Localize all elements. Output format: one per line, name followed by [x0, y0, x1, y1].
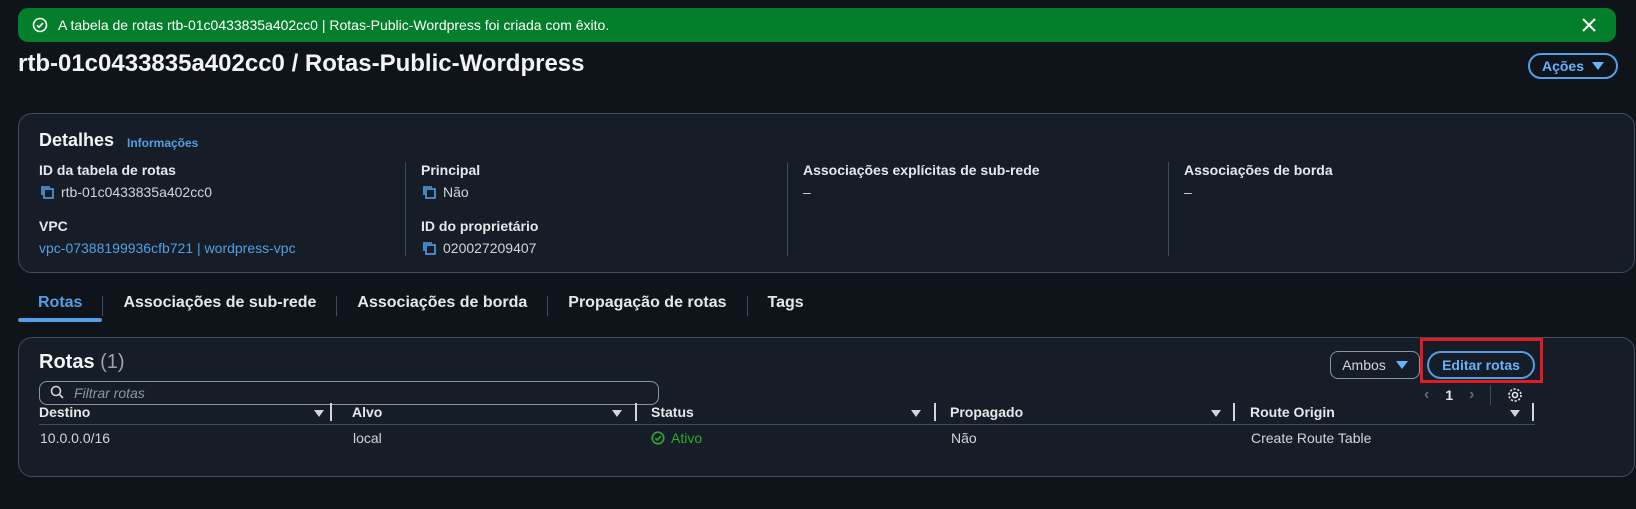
column-divider [1168, 162, 1169, 256]
status-ok-icon [651, 431, 665, 445]
column-divider [405, 162, 406, 256]
caret-down-icon [1592, 62, 1605, 70]
explicit-subnet-value: – [803, 184, 811, 200]
routes-panel: Rotas (1) Ambos Editar rotas ‹ 1 › Desti… [18, 337, 1635, 477]
column-resizer[interactable] [635, 403, 637, 421]
copy-icon[interactable] [421, 240, 437, 256]
route-table-id-value-row: rtb-01c0433835a402cc0 [39, 183, 296, 201]
sort-icon[interactable] [612, 410, 622, 417]
sort-icon[interactable] [911, 410, 921, 417]
actions-button[interactable]: Ações [1528, 53, 1618, 79]
edit-routes-button[interactable]: Editar rotas [1427, 351, 1535, 379]
edge-assoc-field: Associações de borda – [1184, 162, 1333, 201]
route-table-id-field: ID da tabela de rotas rtb-01c0433835a402… [39, 162, 296, 257]
owner-id-label: ID do proprietário [421, 218, 539, 234]
cell-alvo: local [353, 430, 382, 446]
copy-icon[interactable] [39, 184, 55, 200]
explicit-subnet-label: Associações explícitas de sub-rede [803, 162, 1040, 178]
actions-label: Ações [1541, 58, 1585, 74]
flash-message: A tabela de rotas rtb-01c0433835a402cc0 … [58, 17, 610, 33]
check-circle-icon [32, 17, 48, 33]
table-header: Destino Alvo Status Propagado Route Orig… [39, 400, 1535, 425]
tab-routes[interactable]: Rotas [18, 288, 103, 322]
column-header-route-origin[interactable]: Route Origin [1250, 404, 1335, 420]
page-title: rtb-01c0433835a402cc0 / Rotas-Public-Wor… [18, 50, 585, 77]
explicit-subnet-field: Associações explícitas de sub-rede – [803, 162, 1040, 201]
dropdown-value: Ambos [1342, 357, 1386, 373]
success-flash-banner: A tabela de rotas rtb-01c0433835a402cc0 … [18, 8, 1616, 42]
tab-tags[interactable]: Tags [748, 288, 824, 322]
edge-assoc-label: Associações de borda [1184, 162, 1333, 178]
status-text: Ativo [671, 430, 703, 446]
tab-bar: Rotas Associações de sub-rede Associaçõe… [18, 288, 824, 322]
tab-route-propagation[interactable]: Propagação de rotas [548, 288, 746, 322]
tab-subnet-associations[interactable]: Associações de sub-rede [103, 288, 336, 322]
cell-status: Ativo [651, 430, 702, 446]
column-header-alvo[interactable]: Alvo [352, 404, 382, 420]
vpc-label: VPC [39, 218, 68, 234]
tab-edge-associations[interactable]: Associações de borda [337, 288, 547, 322]
details-title: Detalhes [39, 130, 115, 150]
caret-down-icon [1395, 361, 1408, 369]
cell-propagado: Não [951, 430, 977, 446]
search-icon [50, 385, 64, 402]
cell-destino: 10.0.0.0/16 [40, 430, 111, 446]
routes-count: (1) [100, 351, 125, 373]
column-divider [787, 162, 788, 256]
sort-icon[interactable] [1510, 410, 1520, 417]
route-table-id-value: rtb-01c0433835a402cc0 [61, 184, 213, 200]
column-resizer[interactable] [1532, 403, 1534, 421]
propagation-filter-dropdown[interactable]: Ambos [1330, 351, 1420, 379]
sort-icon[interactable] [1211, 410, 1221, 417]
cell-route-origin: Create Route Table [1251, 430, 1372, 446]
edge-assoc-value: – [1184, 184, 1192, 200]
main-value: Não [443, 184, 469, 200]
column-header-destino[interactable]: Destino [39, 404, 90, 420]
routes-title: Rotas (1) [39, 351, 125, 374]
routes-title-text: Rotas [39, 351, 95, 373]
column-header-propagado[interactable]: Propagado [950, 404, 1023, 420]
owner-id-value-row: 020027209407 [421, 239, 538, 257]
column-resizer[interactable] [934, 403, 936, 421]
vpc-link[interactable]: vpc-07388199936cfb721 | wordpress-vpc [39, 239, 296, 257]
owner-id-value: 020027209407 [443, 240, 537, 256]
details-panel: Detalhes Informações ID da tabela de rot… [18, 113, 1635, 273]
column-header-status[interactable]: Status [651, 404, 694, 420]
close-icon[interactable] [1580, 16, 1598, 34]
info-link[interactable]: Informações [127, 136, 198, 150]
copy-icon[interactable] [421, 184, 437, 200]
main-label: Principal [421, 162, 481, 178]
main-field: Principal Não ID do proprietário 0200272… [421, 162, 538, 257]
route-table-id-label: ID da tabela de rotas [39, 162, 176, 178]
column-resizer[interactable] [1233, 403, 1235, 421]
main-value-row: Não [421, 183, 538, 201]
sort-icon[interactable] [314, 410, 324, 417]
column-resizer[interactable] [330, 403, 332, 421]
